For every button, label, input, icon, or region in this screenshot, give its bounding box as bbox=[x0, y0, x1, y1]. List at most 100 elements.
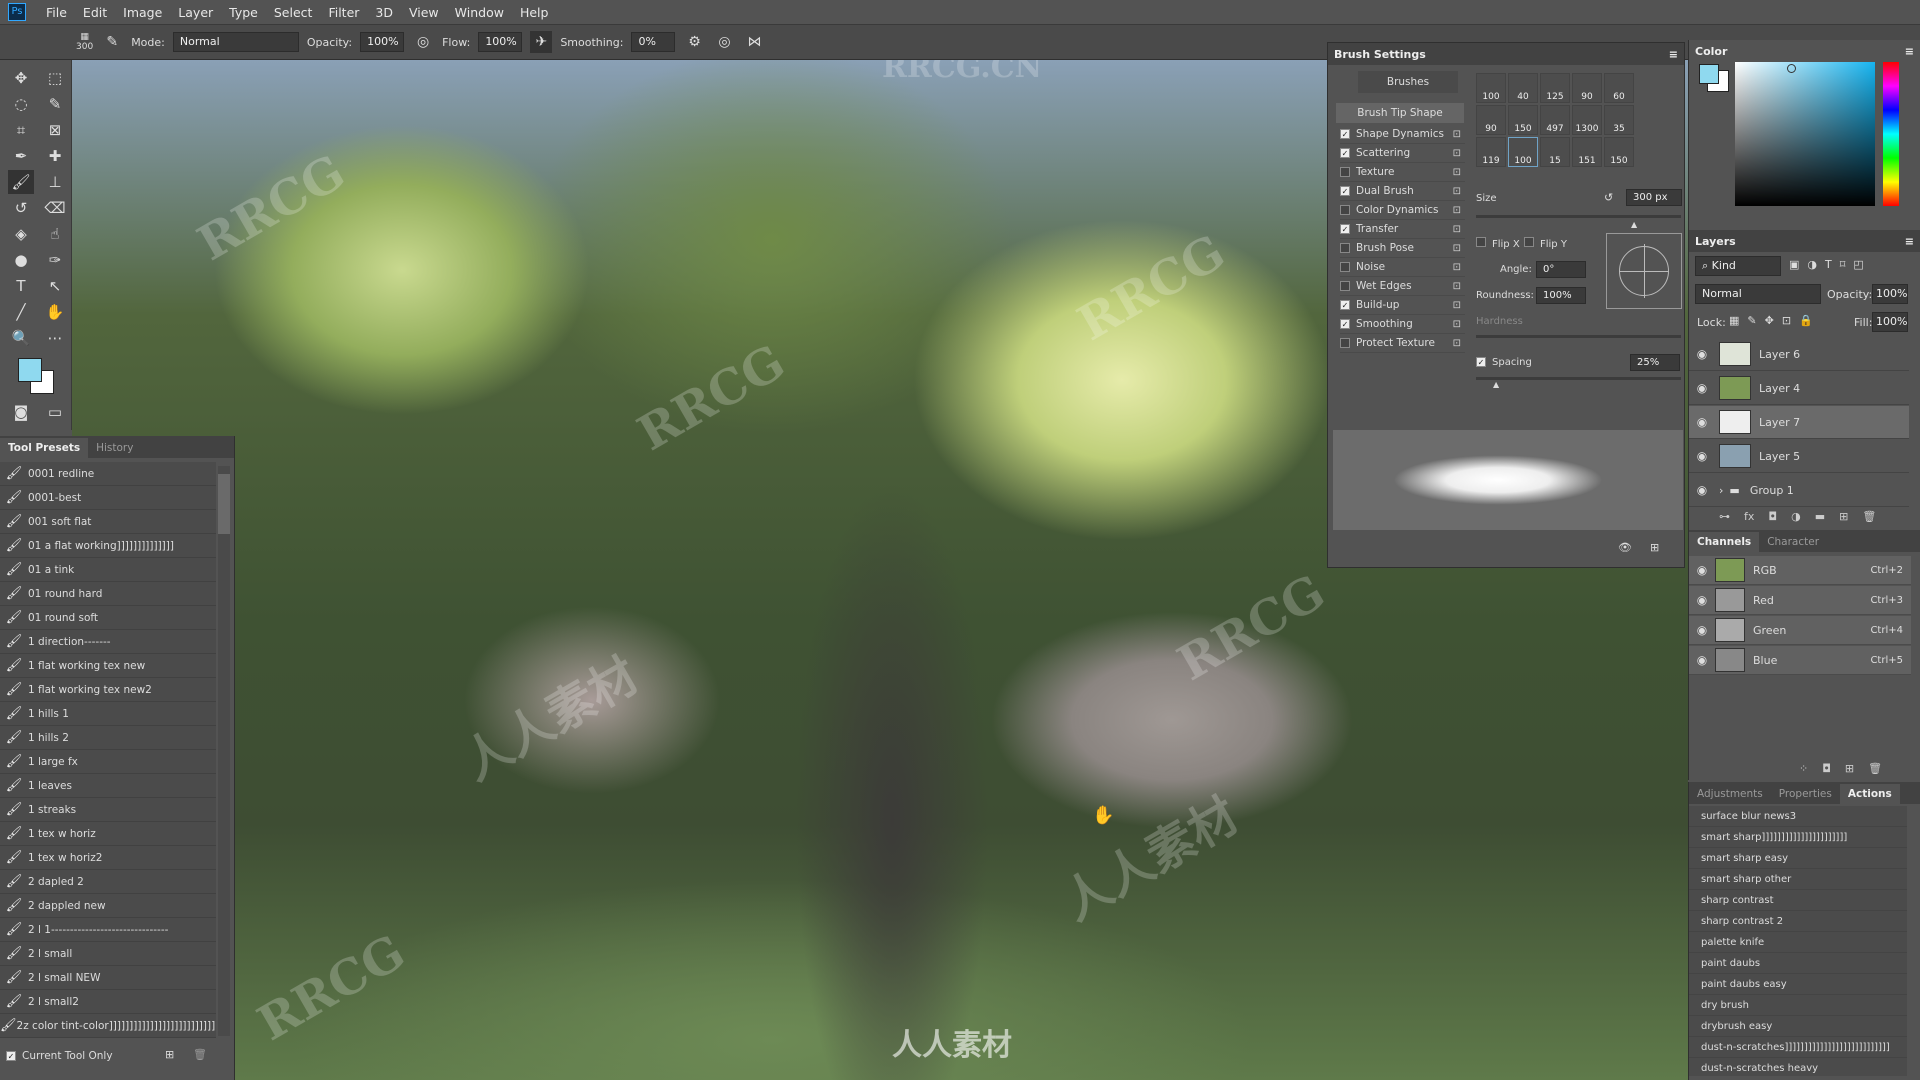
eye-icon[interactable]: ◉ bbox=[1689, 381, 1715, 395]
brush-tip[interactable]: 60 bbox=[1604, 73, 1634, 103]
lock-icon[interactable]: ⊡ bbox=[1453, 167, 1461, 178]
tool-preset-item[interactable]: 🖌 1 hills 1 bbox=[0, 702, 216, 726]
tool-preset-item[interactable]: 🖌 1 flat working tex new2 bbox=[0, 678, 216, 702]
layer-row[interactable]: ◉ Layer 5 bbox=[1689, 440, 1909, 473]
eye-icon[interactable]: ◉ bbox=[1689, 483, 1715, 497]
tool-preset-item[interactable]: 🖌 1 large fx bbox=[0, 750, 216, 774]
link-layers-icon[interactable]: ⊶ bbox=[1719, 510, 1730, 523]
tool-preset-item[interactable]: 🖌 1 leaves bbox=[0, 774, 216, 798]
tab-actions[interactable]: Actions bbox=[1839, 784, 1900, 804]
tool-preset-item[interactable]: 🖌 01 round soft bbox=[0, 606, 216, 630]
eye-icon[interactable]: ◉ bbox=[1689, 347, 1715, 361]
brush-option-row[interactable]: Color Dynamics ⊡ bbox=[1340, 201, 1465, 220]
tool-preset-item[interactable]: 🖌 2 l small2 bbox=[0, 990, 216, 1014]
channel-row[interactable]: ◉ Green Ctrl+4 bbox=[1689, 616, 1911, 645]
tool-preset-item[interactable]: 🖌 01 round hard bbox=[0, 582, 216, 606]
tool-preset-item[interactable]: 🖌 2 l small NEW bbox=[0, 966, 216, 990]
menu-view[interactable]: View bbox=[401, 5, 447, 20]
tool-preset-item[interactable]: 🖌 0001 redline bbox=[0, 462, 216, 486]
brush-option-checkbox[interactable]: ✓ bbox=[1340, 129, 1350, 139]
action-item[interactable]: smart sharp other bbox=[1689, 869, 1907, 890]
layer-row[interactable]: ◉ Layer 7 bbox=[1689, 406, 1909, 439]
brush-tip[interactable]: 100 bbox=[1476, 73, 1506, 103]
brush-option-row[interactable]: Texture ⊡ bbox=[1340, 163, 1465, 182]
menu-select[interactable]: Select bbox=[266, 5, 321, 20]
reset-size-icon[interactable]: ↺ bbox=[1604, 191, 1613, 204]
brush-option-checkbox[interactable]: ✓ bbox=[1340, 148, 1350, 158]
zoom-tool-icon[interactable]: 🔍 bbox=[8, 326, 34, 350]
save-selection-icon[interactable]: ◘ bbox=[1822, 762, 1831, 775]
panel-menu-icon[interactable]: ≡ bbox=[1905, 45, 1914, 58]
gear-icon[interactable]: ⚙ bbox=[683, 31, 705, 53]
channel-row[interactable]: ◉ RGB Ctrl+2 bbox=[1689, 556, 1911, 585]
spacing-checkbox[interactable]: ✓ Spacing bbox=[1476, 357, 1532, 368]
tab-history[interactable]: History bbox=[88, 438, 141, 458]
type-filter-icon[interactable]: T bbox=[1825, 258, 1832, 271]
fx-icon[interactable]: fx bbox=[1744, 510, 1754, 523]
tool-preset-item[interactable]: 🖌 2 dapled 2 bbox=[0, 870, 216, 894]
eye-icon[interactable]: ◉ bbox=[1689, 563, 1715, 577]
menu-type[interactable]: Type bbox=[221, 5, 266, 20]
adjustment-layer-icon[interactable]: ◑ bbox=[1791, 510, 1801, 523]
mode-select[interactable]: Normal bbox=[172, 32, 299, 52]
brush-option-checkbox[interactable] bbox=[1340, 281, 1350, 291]
tab-adjustments[interactable]: Adjustments bbox=[1689, 784, 1771, 804]
menu-3d[interactable]: 3D bbox=[367, 5, 401, 20]
load-selection-icon[interactable]: ⁘ bbox=[1799, 762, 1808, 775]
adjustment-filter-icon[interactable]: ◑ bbox=[1807, 258, 1817, 271]
filter-kind-select[interactable]: ⌕ Kind bbox=[1695, 256, 1781, 276]
brush-tip[interactable]: 151 bbox=[1572, 137, 1602, 167]
more-tools-icon[interactable]: ⋯ bbox=[42, 326, 68, 350]
foreground-color-chip[interactable] bbox=[1699, 64, 1719, 84]
foreground-color-swatch[interactable] bbox=[18, 358, 42, 382]
action-item[interactable]: dust-n-scratches]]]]]]]]]]]]]]]]]]]]]]]]… bbox=[1689, 1037, 1907, 1058]
brush-option-row[interactable]: ✓ Scattering ⊡ bbox=[1340, 144, 1465, 163]
eye-icon[interactable]: ◉ bbox=[1689, 593, 1715, 607]
action-item[interactable]: dust-n-scratches heavy bbox=[1689, 1058, 1907, 1076]
menu-edit[interactable]: Edit bbox=[75, 5, 115, 20]
brush-tip[interactable]: 150 bbox=[1508, 105, 1538, 135]
channel-row[interactable]: ◉ Red Ctrl+3 bbox=[1689, 586, 1911, 615]
add-mask-icon[interactable]: ◘ bbox=[1768, 510, 1777, 523]
tool-preset-item[interactable]: 🖌 0001-best bbox=[0, 486, 216, 510]
lock-icon[interactable]: ⊡ bbox=[1453, 186, 1461, 197]
lock-icon[interactable]: ⊡ bbox=[1453, 262, 1461, 273]
screen-mode-icon[interactable]: ▭ bbox=[42, 400, 68, 424]
brush-tip[interactable]: 150 bbox=[1604, 137, 1634, 167]
brush-tip[interactable]: 119 bbox=[1476, 137, 1506, 167]
lock-icon[interactable]: ⊡ bbox=[1453, 281, 1461, 292]
smart-object-filter-icon[interactable]: ◰ bbox=[1853, 258, 1863, 271]
action-item[interactable]: paint daubs bbox=[1689, 953, 1907, 974]
angle-input[interactable]: 0° bbox=[1536, 261, 1586, 278]
tool-preset-item[interactable]: 🖌 01 a tink bbox=[0, 558, 216, 582]
brush-tip[interactable]: 125 bbox=[1540, 73, 1570, 103]
brush-tip[interactable]: 497 bbox=[1540, 105, 1570, 135]
presets-scrollbar[interactable] bbox=[218, 466, 230, 1036]
action-item[interactable]: smart sharp]]]]]]]]]]]]]]]]]]]]]] bbox=[1689, 827, 1907, 848]
crop-tool-icon[interactable]: ⌗ bbox=[8, 118, 34, 142]
brush-tip[interactable]: 40 bbox=[1508, 73, 1538, 103]
eyedropper-icon[interactable]: ✒ bbox=[8, 144, 34, 168]
menu-layer[interactable]: Layer bbox=[170, 5, 221, 20]
size-input[interactable]: 300 px bbox=[1626, 189, 1682, 206]
spacing-slider-handle[interactable]: ▲ bbox=[1493, 380, 1499, 389]
line-tool-icon[interactable]: ╱ bbox=[8, 300, 34, 324]
brush-option-row[interactable]: Wet Edges ⊡ bbox=[1340, 277, 1465, 296]
tab-properties[interactable]: Properties bbox=[1771, 784, 1840, 804]
channel-row[interactable]: ◉ Blue Ctrl+5 bbox=[1689, 646, 1911, 675]
brush-option-checkbox[interactable] bbox=[1340, 338, 1350, 348]
eye-icon[interactable]: ◉ bbox=[1689, 653, 1715, 667]
spacing-slider[interactable] bbox=[1476, 377, 1681, 380]
brush-option-checkbox[interactable] bbox=[1340, 262, 1350, 272]
marquee-tool-icon[interactable]: ⬚ bbox=[42, 66, 68, 90]
history-brush-icon[interactable]: ↺ bbox=[8, 196, 34, 220]
size-slider-handle[interactable]: ▲ bbox=[1631, 220, 1637, 229]
action-item[interactable]: dry brush bbox=[1689, 995, 1907, 1016]
pen-tool-icon[interactable]: ✑ bbox=[42, 248, 68, 272]
flip-y-checkbox[interactable]: Flip Y bbox=[1524, 237, 1567, 250]
dodge-tool-icon[interactable]: ● bbox=[8, 248, 34, 272]
tool-preset-item[interactable]: 🖌 001 soft flat bbox=[0, 510, 216, 534]
lock-icon[interactable]: ⊡ bbox=[1453, 338, 1461, 349]
brush-tip[interactable]: 1300 bbox=[1572, 105, 1602, 135]
brush-tip-shape-item[interactable]: Brush Tip Shape bbox=[1336, 103, 1464, 123]
